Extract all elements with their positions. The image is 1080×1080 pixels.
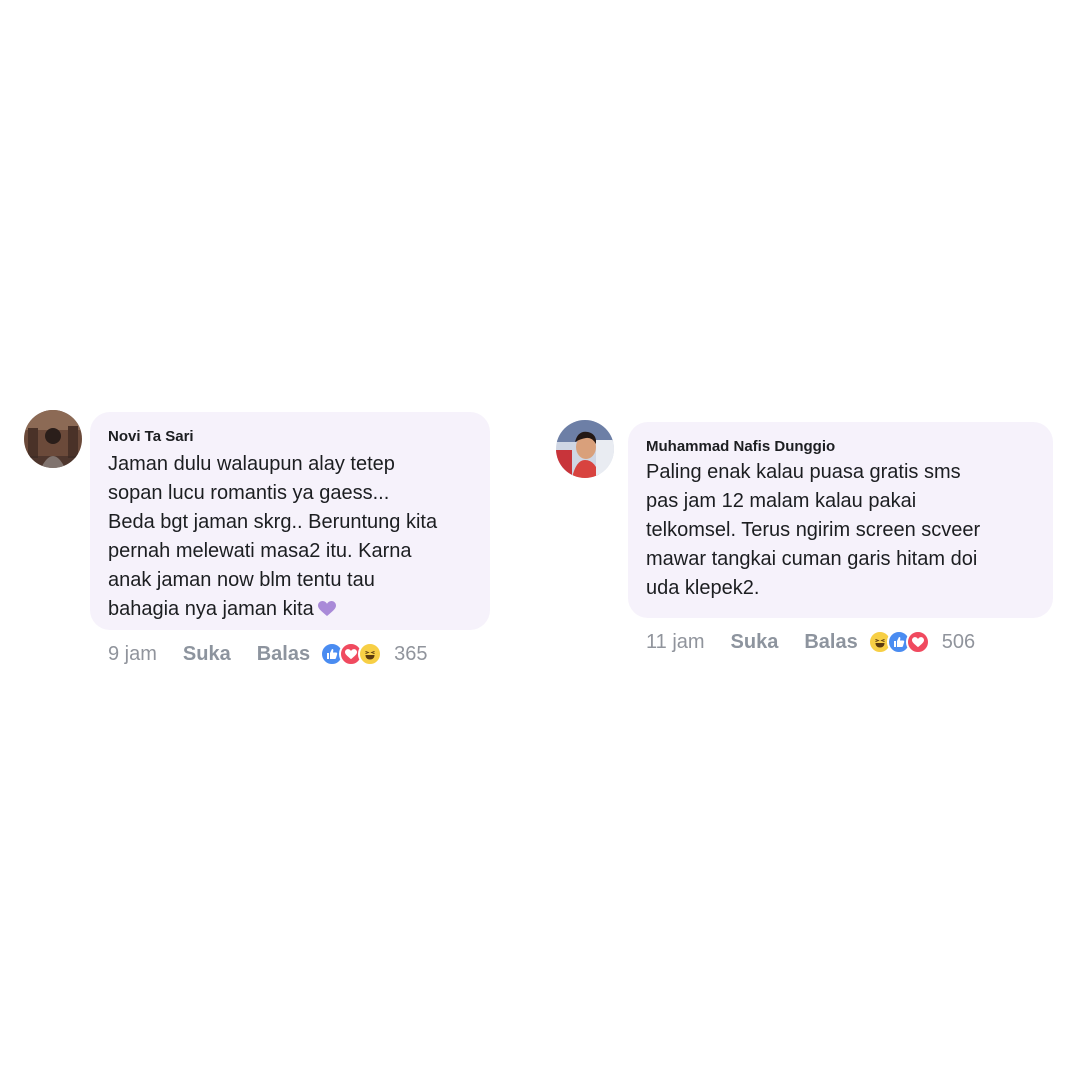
comment-text: Jaman dulu walaupun alay tetep sopan luc… [108,450,478,626]
comment-line: telkomsel. Terus ngirim screen scveer [646,519,981,541]
avatar[interactable] [24,410,82,468]
comment-text: Paling enak kalau puasa gratis sms pas j… [646,458,1036,603]
comment-meta: 11 jam Suka Balas 506 [646,630,975,654]
reactions[interactable] [320,642,383,666]
comment-line: pernah melewati masa2 itu. Karna [108,540,412,562]
haha-icon [358,642,383,666]
comment-line-text: bahagia nya jaman kita [108,598,314,620]
like-button[interactable]: Suka [731,631,779,654]
comment-line: sopan lucu romantis ya gaess... [108,482,390,504]
reply-button[interactable]: Balas [257,643,310,666]
avatar[interactable] [556,420,614,478]
love-icon [905,630,930,654]
author-name[interactable]: Muhammad Nafis Dunggio [646,438,835,455]
comment-line: mawar tangkai cuman garis hitam doi [646,548,978,570]
author-name[interactable]: Novi Ta Sari [108,428,194,445]
comment-line: uda klepek2. [646,577,760,599]
comment-line: Jaman dulu walaupun alay tetep [108,453,395,475]
reactions[interactable] [867,630,930,654]
reaction-count[interactable]: 506 [942,631,975,654]
comment-line-last: bahagia nya jaman kita [108,595,478,626]
reply-button[interactable]: Balas [804,631,857,654]
reaction-count[interactable]: 365 [394,643,427,666]
timestamp[interactable]: 11 jam [646,631,705,654]
like-button[interactable]: Suka [183,643,231,666]
comment-line: pas jam 12 malam kalau pakai [646,490,917,512]
comment-meta: 9 jam Suka Balas 365 [108,642,427,666]
comment-line: anak jaman now blm tentu tau [108,569,375,591]
timestamp[interactable]: 9 jam [108,643,157,666]
purple-heart-icon [317,597,336,626]
comment-line: Paling enak kalau puasa gratis sms [646,461,961,483]
comment-line: Beda bgt jaman skrg.. Beruntung kita [108,511,438,533]
